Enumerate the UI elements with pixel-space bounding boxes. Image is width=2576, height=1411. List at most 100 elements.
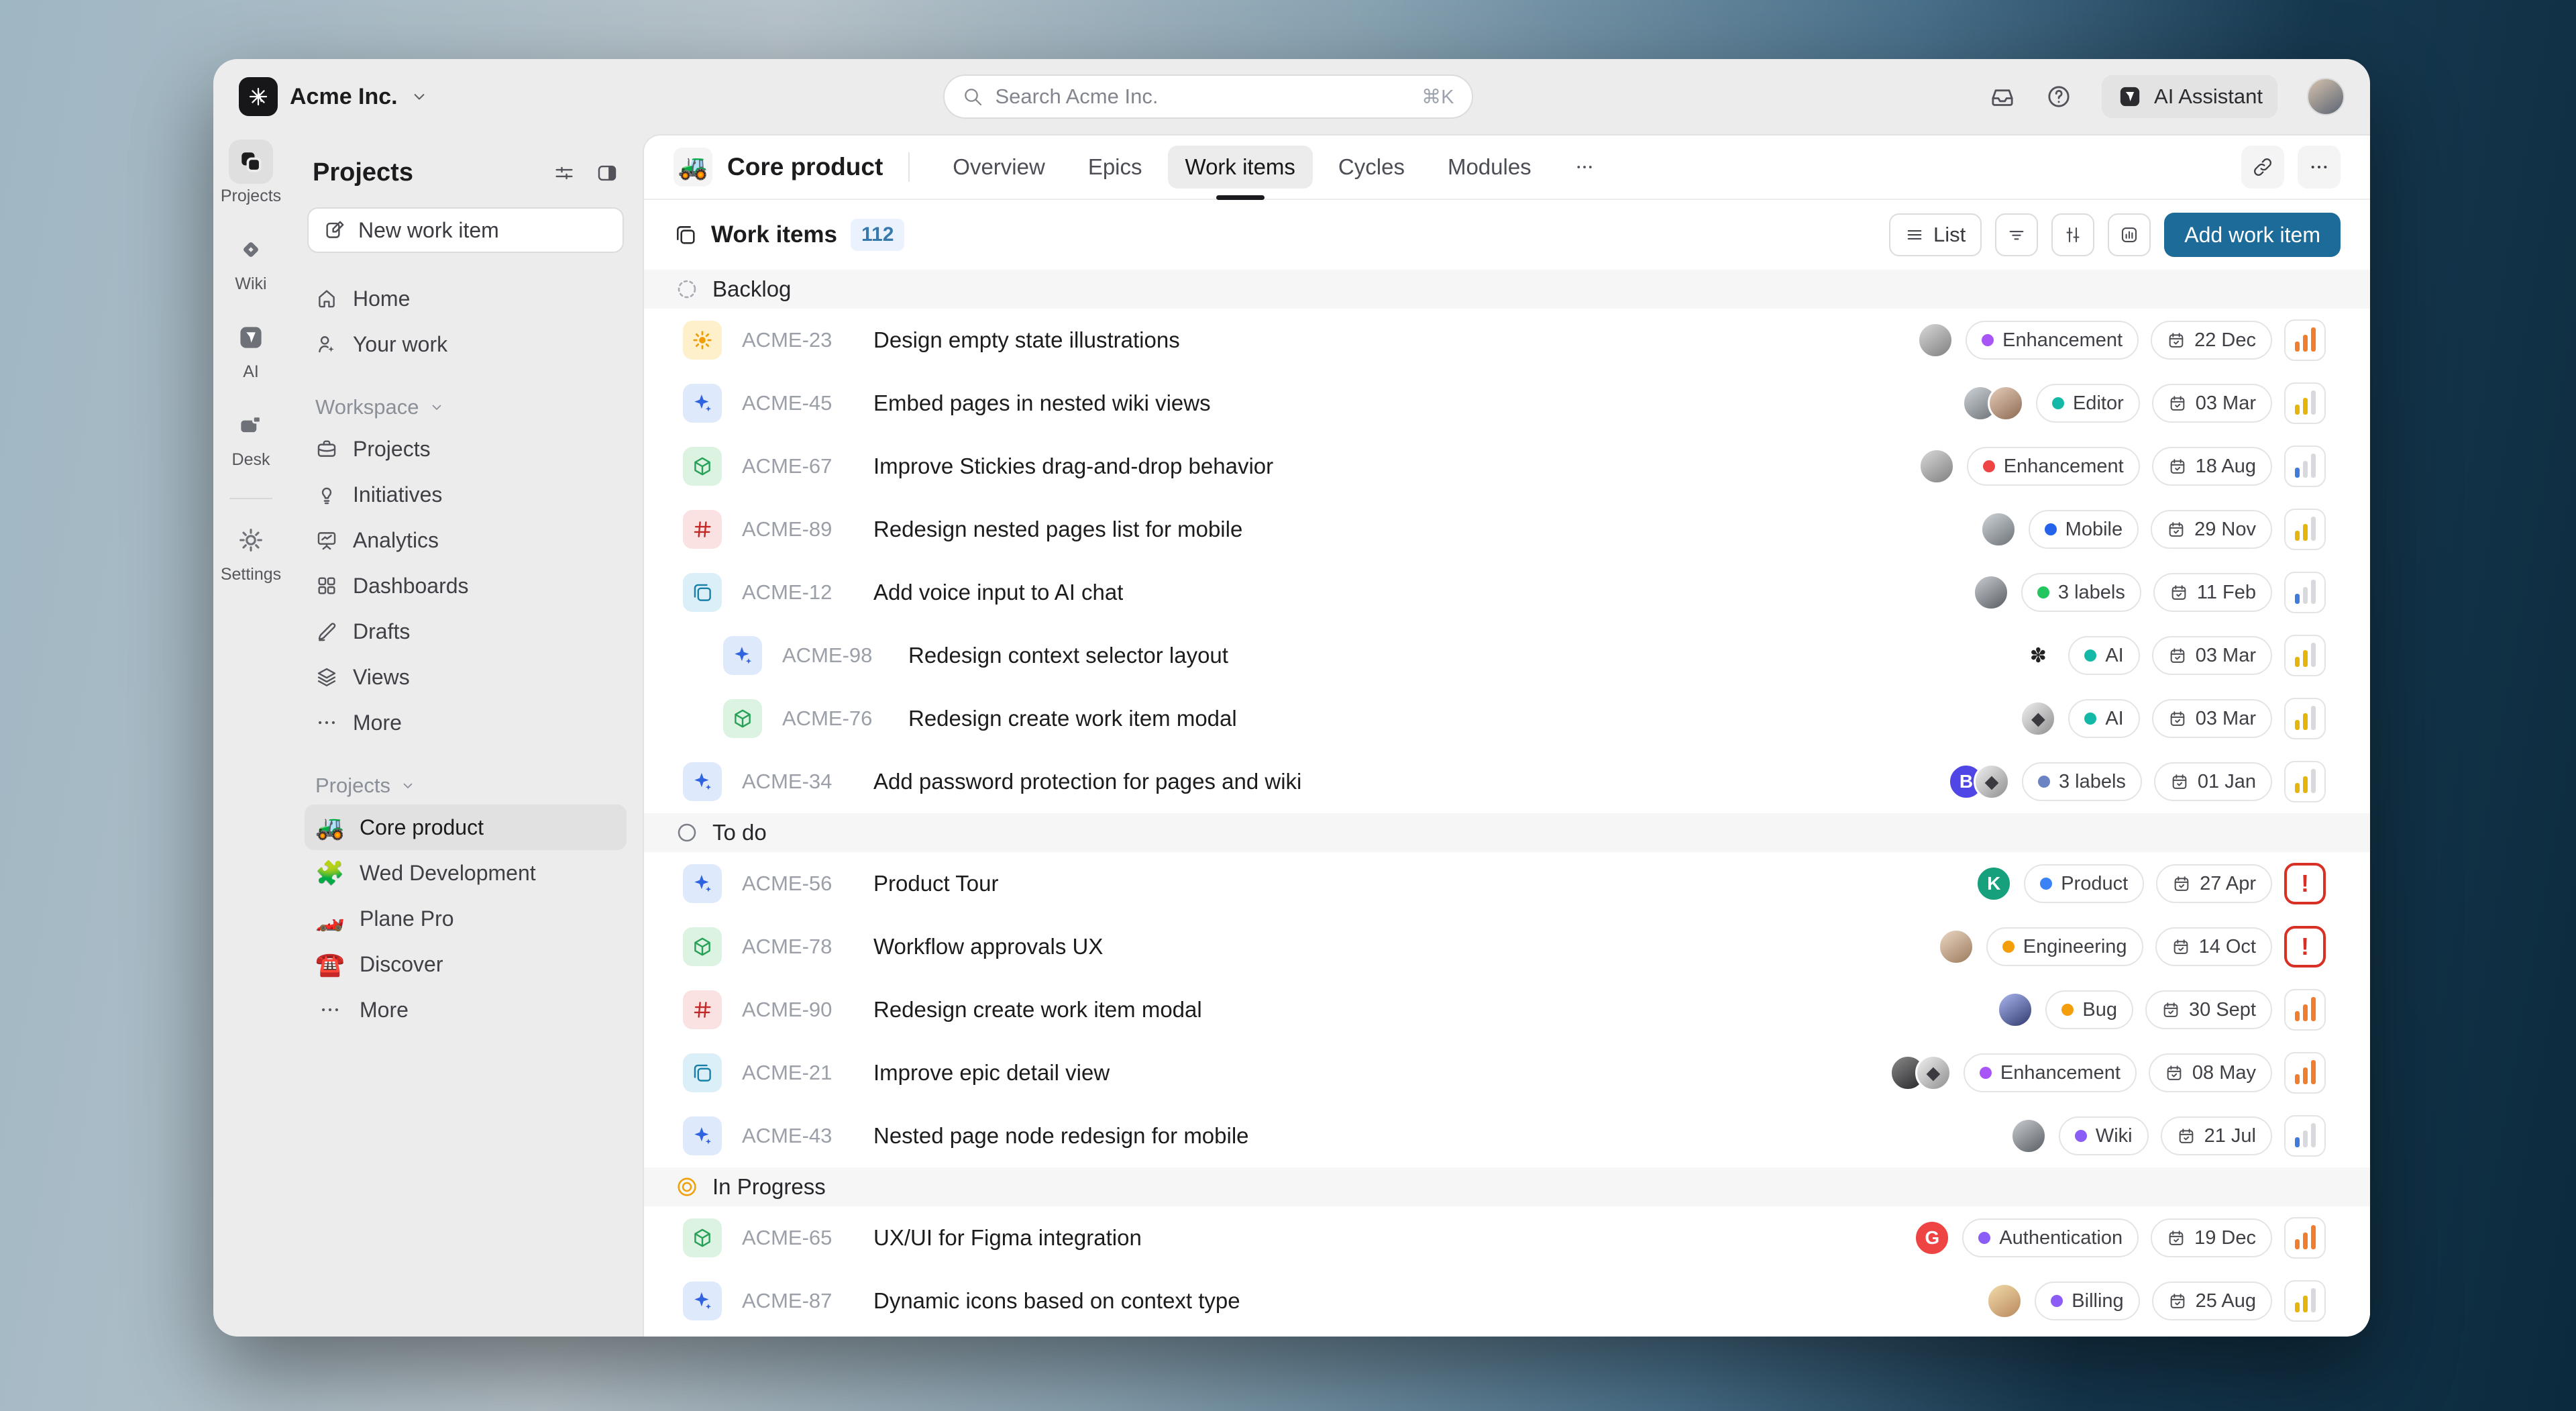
sidebar-project-wed-development[interactable]: 🧩Wed Development bbox=[305, 850, 627, 896]
due-date-chip[interactable]: 19 Dec bbox=[2151, 1218, 2272, 1257]
due-date-chip[interactable]: 30 Sept bbox=[2145, 990, 2272, 1029]
due-date-chip[interactable]: 01 Jan bbox=[2154, 762, 2272, 801]
due-date-chip[interactable]: 18 Aug bbox=[2152, 447, 2272, 486]
progress-meter-icon[interactable] bbox=[2284, 635, 2326, 676]
label-chip[interactable]: Product bbox=[2024, 864, 2144, 903]
work-item-row[interactable]: ACME-23Design empty state illustrationsE… bbox=[644, 309, 2370, 372]
label-chip[interactable]: Billing bbox=[2035, 1282, 2139, 1320]
sidebar-item-initiatives[interactable]: Initiatives bbox=[305, 472, 627, 517]
add-work-item-button[interactable]: Add work item bbox=[2164, 213, 2341, 257]
due-date-chip[interactable]: 03 Mar bbox=[2152, 699, 2272, 738]
assignee-avatars[interactable] bbox=[2010, 1118, 2047, 1154]
priority-urgent-icon[interactable]: ! bbox=[2284, 863, 2326, 904]
section-header-to-do[interactable]: To do bbox=[644, 813, 2370, 852]
rail-item-ai[interactable]: AI bbox=[229, 315, 273, 382]
work-item-row[interactable]: ACME-67Improve Stickies drag-and-drop be… bbox=[644, 435, 2370, 498]
assignee-avatars[interactable] bbox=[1980, 511, 2017, 547]
section-projects[interactable]: Projects bbox=[315, 774, 616, 798]
due-date-chip[interactable]: 29 Nov bbox=[2151, 510, 2272, 549]
tab-more[interactable] bbox=[1557, 146, 1612, 189]
rail-item-wiki[interactable]: Wiki bbox=[229, 227, 273, 294]
assignee-avatars[interactable] bbox=[1962, 385, 2024, 421]
due-date-chip[interactable]: 08 May bbox=[2149, 1053, 2272, 1092]
label-chip[interactable]: 3 labels bbox=[2021, 573, 2141, 612]
work-item-row[interactable]: ACME-56Product TourKProduct27 Apr! bbox=[644, 852, 2370, 915]
user-avatar[interactable] bbox=[2307, 78, 2345, 115]
progress-meter-icon[interactable] bbox=[2284, 989, 2326, 1031]
work-item-row[interactable]: ACME-78Workflow approvals UXEngineering1… bbox=[644, 915, 2370, 978]
label-chip[interactable]: Editor bbox=[2036, 384, 2140, 423]
due-date-chip[interactable]: 11 Feb bbox=[2153, 573, 2272, 612]
label-chip[interactable]: Engineering bbox=[1986, 927, 2143, 966]
ai-assistant-button[interactable]: AI Assistant bbox=[2102, 75, 2277, 118]
rail-item-desk[interactable]: Desk bbox=[229, 403, 273, 470]
tab-work-items[interactable]: Work items bbox=[1168, 146, 1313, 189]
sidebar-project-plane-pro[interactable]: 🏎️Plane Pro bbox=[305, 896, 627, 941]
progress-meter-icon[interactable] bbox=[2284, 1217, 2326, 1259]
inbox-button[interactable] bbox=[1989, 83, 2016, 110]
assignee-avatars[interactable]: G bbox=[1914, 1220, 1950, 1256]
work-item-row[interactable]: ACME-87Dynamic icons based on context ty… bbox=[644, 1269, 2370, 1332]
work-item-row[interactable]: ACME-90Redesign create work item modalBu… bbox=[644, 978, 2370, 1041]
rail-item-projects[interactable]: Projects bbox=[221, 140, 281, 206]
progress-meter-icon[interactable] bbox=[2284, 572, 2326, 613]
progress-meter-icon[interactable] bbox=[2284, 509, 2326, 550]
global-search[interactable]: ⌘K bbox=[943, 74, 1473, 119]
workspace-switcher[interactable]: Acme Inc. bbox=[239, 77, 429, 116]
assignee-avatars[interactable] bbox=[1986, 1283, 2023, 1319]
progress-meter-icon[interactable] bbox=[2284, 446, 2326, 487]
assignee-avatars[interactable]: B◆ bbox=[1948, 764, 2010, 800]
assignee-avatars[interactable] bbox=[1917, 322, 1953, 358]
sidebar-item-drafts[interactable]: Drafts bbox=[305, 609, 627, 654]
priority-urgent-icon[interactable]: ! bbox=[2284, 926, 2326, 968]
tab-modules[interactable]: Modules bbox=[1430, 146, 1549, 189]
filter-button[interactable] bbox=[1995, 213, 2038, 256]
copy-link-button[interactable] bbox=[2241, 146, 2284, 189]
assignee-avatars[interactable] bbox=[1938, 929, 1974, 965]
new-work-item-button[interactable]: New work item bbox=[307, 207, 624, 253]
sidebar-item-dashboards[interactable]: Dashboards bbox=[305, 563, 627, 609]
sidebar-filter-button[interactable] bbox=[553, 162, 576, 185]
section-header-backlog[interactable]: Backlog bbox=[644, 270, 2370, 309]
help-button[interactable] bbox=[2045, 83, 2072, 110]
label-chip[interactable]: Enhancement bbox=[1966, 321, 2139, 360]
assignee-avatars[interactable] bbox=[1997, 992, 2033, 1028]
progress-meter-icon[interactable] bbox=[2284, 761, 2326, 802]
progress-meter-icon[interactable] bbox=[2284, 698, 2326, 739]
label-chip[interactable]: Mobile bbox=[2029, 510, 2139, 549]
label-chip[interactable]: AI bbox=[2068, 636, 2139, 675]
sidebar-item-analytics[interactable]: Analytics bbox=[305, 517, 627, 563]
work-item-row[interactable]: ACME-12Add voice input to AI chat3 label… bbox=[644, 561, 2370, 624]
work-item-row[interactable]: ACME-76Redesign create work item modal◆A… bbox=[644, 687, 2370, 750]
progress-meter-icon[interactable] bbox=[2284, 319, 2326, 361]
sidebar-item-views[interactable]: Views bbox=[305, 654, 627, 700]
tab-overview[interactable]: Overview bbox=[935, 146, 1063, 189]
section-header-in-progress[interactable]: In Progress bbox=[644, 1167, 2370, 1206]
due-date-chip[interactable]: 03 Mar bbox=[2152, 384, 2272, 423]
progress-meter-icon[interactable] bbox=[2284, 382, 2326, 424]
progress-meter-icon[interactable] bbox=[2284, 1115, 2326, 1157]
sidebar-project-discover[interactable]: ☎️Discover bbox=[305, 941, 627, 987]
work-item-row[interactable]: ACME-43Nested page node redesign for mob… bbox=[644, 1104, 2370, 1167]
sidebar-item-your-work[interactable]: Your work bbox=[305, 321, 627, 367]
label-chip[interactable]: 3 labels bbox=[2022, 762, 2142, 801]
sidebar-project-more[interactable]: More bbox=[305, 987, 627, 1033]
due-date-chip[interactable]: 27 Apr bbox=[2156, 864, 2272, 903]
sidebar-project-core-product[interactable]: 🚜Core product bbox=[305, 804, 627, 850]
assignee-avatars[interactable]: ◆ bbox=[2020, 700, 2056, 737]
work-item-row[interactable]: ACME-45Embed pages in nested wiki viewsE… bbox=[644, 372, 2370, 435]
sidebar-collapse-button[interactable] bbox=[596, 162, 619, 185]
work-item-row[interactable]: ACME-65UX/UI for Figma integrationGAuthe… bbox=[644, 1206, 2370, 1269]
work-item-row[interactable]: ACME-21Improve epic detail view◆Enhancem… bbox=[644, 1041, 2370, 1104]
assignee-avatars[interactable]: K bbox=[1976, 866, 2012, 902]
search-input[interactable] bbox=[996, 85, 1410, 109]
assignee-avatars[interactable]: ◆ bbox=[1890, 1055, 1951, 1091]
rail-item-settings[interactable]: Settings bbox=[221, 518, 281, 584]
label-chip[interactable]: Enhancement bbox=[1964, 1053, 2137, 1092]
label-chip[interactable]: Bug bbox=[2045, 990, 2133, 1029]
due-date-chip[interactable]: 03 Mar bbox=[2152, 636, 2272, 675]
label-chip[interactable]: Wiki bbox=[2059, 1116, 2149, 1155]
label-chip[interactable]: Enhancement bbox=[1967, 447, 2140, 486]
sidebar-item-home[interactable]: Home bbox=[305, 276, 627, 321]
section-workspace[interactable]: Workspace bbox=[315, 395, 616, 419]
